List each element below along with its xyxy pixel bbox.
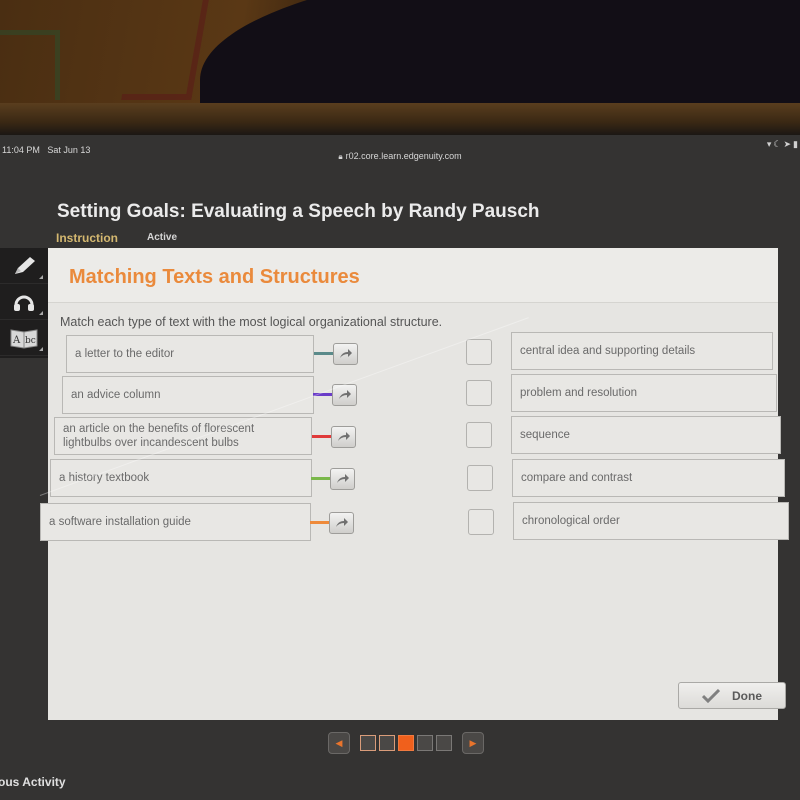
done-button[interactable]: Done [678,682,786,709]
tab-active[interactable]: Active [147,232,177,243]
previous-activity-link[interactable]: ous Activity [0,775,66,789]
pager-page-3[interactable] [398,735,414,751]
status-icons: ▾☾➤▮ [767,139,800,150]
answer-option[interactable]: problem and resolution [511,374,777,412]
connector-line [311,477,331,480]
match-target-slot[interactable] [467,465,493,491]
pager-page-4[interactable] [417,735,433,751]
match-arrow-button[interactable] [330,468,355,490]
triangle-left-icon: ◀ [335,737,343,748]
activity-instructions: Match each type of text with the most lo… [60,315,443,329]
answer-option-text: sequence [520,429,570,441]
match-item[interactable]: a history textbook [50,459,312,497]
activity-header: Matching Texts and Structures [48,248,778,303]
answer-option[interactable]: compare and contrast [512,459,785,497]
arrow-icon [335,518,348,527]
match-item-text: an advice column [71,389,161,401]
url-text: r02.core.learn.edgenuity.com [345,151,462,161]
pencil-icon [15,256,35,274]
svg-text:bc: bc [25,336,36,346]
pager-prev-button[interactable]: ◀ [328,732,350,754]
headphones-icon [14,295,34,311]
match-arrow-button[interactable] [332,384,357,406]
activity-pager: ◀ ▶ [328,732,484,754]
background-photo [0,0,800,105]
background-pattern [121,0,209,100]
triangle-right-icon: ▶ [469,737,477,748]
pager-dots [360,735,452,751]
background-shadow [200,0,800,105]
match-arrow-button[interactable] [329,512,354,534]
match-target-slot[interactable] [466,380,492,406]
match-item-text: a software installation guide [49,516,191,528]
match-target-slot[interactable] [468,509,494,535]
tab-instruction[interactable]: Instruction [56,231,118,245]
match-item[interactable]: a letter to the editor [66,335,314,373]
moon-icon: ☾ [773,139,784,149]
done-label: Done [732,688,762,703]
background-pattern [0,30,60,100]
tool-sidebar: A bc [0,248,48,358]
read-aloud-tool-button[interactable] [0,284,48,320]
activity-card: Matching Texts and Structures Match each… [40,248,789,720]
match-item[interactable]: an article on the benefits of florescent… [54,417,312,455]
connector-line [310,521,330,524]
pager-page-1[interactable] [360,735,376,751]
arrow-icon [338,390,351,399]
match-arrow-button[interactable] [331,426,356,448]
url-bar[interactable]: 🔒︎ r02.core.learn.edgenuity.com [0,151,800,162]
svg-text:A: A [12,335,21,346]
dictionary-icon: A bc [10,328,38,349]
answer-option-text: chronological order [522,515,620,527]
checkmark-icon [702,688,720,703]
connector-line [312,435,332,438]
answer-option-text: compare and contrast [521,472,633,484]
connector-line [314,352,334,355]
answer-option-text: central idea and supporting details [520,345,696,357]
battery-icon: ▮ [793,139,800,149]
arrow-icon [339,349,352,358]
tablet-screen: 11:04 PM Sat Jun 13 ▾☾➤▮ 🔒︎ r02.core.lear… [0,135,800,800]
pager-next-button[interactable]: ▶ [462,732,484,754]
connector-line [313,393,333,396]
location-icon: ➤ [783,139,794,149]
match-item[interactable]: a software installation guide [40,503,311,541]
activity-title: Matching Texts and Structures [69,266,360,288]
match-target-slot[interactable] [466,339,492,365]
match-item-text: a history textbook [59,472,150,484]
notes-tool-button[interactable] [0,248,48,284]
answer-option[interactable]: chronological order [513,502,789,540]
arrow-icon [337,432,350,441]
match-target-slot[interactable] [466,422,492,448]
tablet-bezel [0,103,800,135]
course-title: Setting Goals: Evaluating a Speech by Ra… [57,201,540,222]
lock-icon: 🔒︎ [338,152,343,161]
answer-option-text: problem and resolution [520,387,637,399]
answer-option[interactable]: central idea and supporting details [511,332,773,370]
dictionary-tool-button[interactable]: A bc [0,320,48,356]
match-item-text: an article on the benefits of florescent… [63,423,255,449]
match-arrow-button[interactable] [333,343,358,365]
match-item[interactable]: an advice column [62,376,314,414]
answer-option[interactable]: sequence [511,416,781,454]
arrow-icon [336,474,349,483]
pager-page-5[interactable] [436,735,452,751]
match-item-text: a letter to the editor [75,348,175,360]
pager-page-2[interactable] [379,735,395,751]
